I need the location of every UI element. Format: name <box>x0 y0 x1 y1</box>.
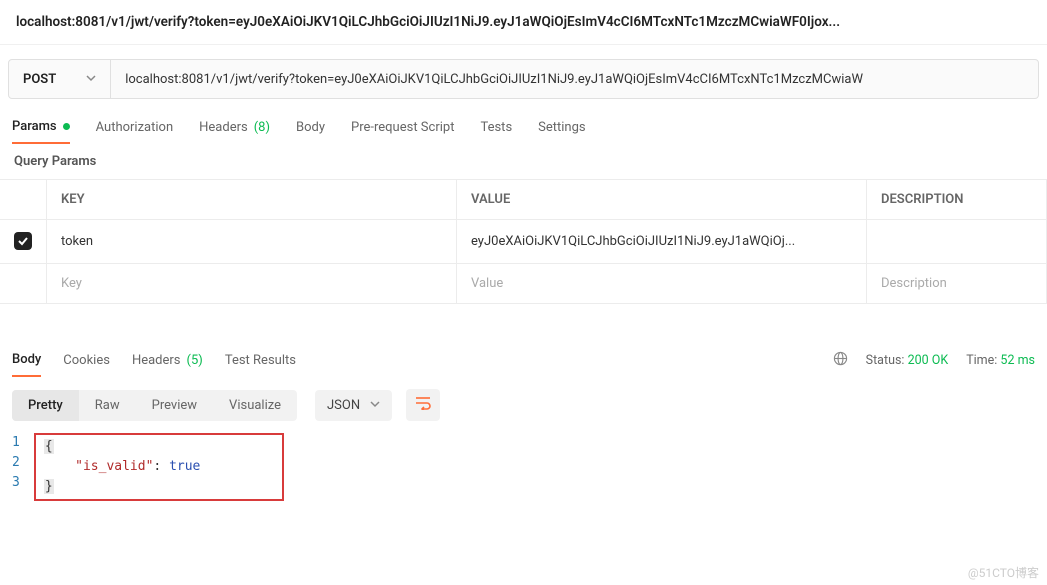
param-desc-placeholder[interactable]: Description <box>867 264 1047 304</box>
response-toolbar: Pretty Raw Preview Visualize JSON <box>0 377 1047 429</box>
language-select[interactable]: JSON <box>315 390 392 421</box>
status-label: Status: <box>866 353 905 368</box>
params-table: KEY VALUE DESCRIPTION token eyJ0eXAiOiJK… <box>0 179 1047 304</box>
tab-body[interactable]: Body <box>296 119 325 144</box>
param-value-placeholder[interactable]: Value <box>457 264 867 304</box>
http-method-label: POST <box>23 72 56 87</box>
status-block: Status: 200 OK <box>866 353 949 368</box>
line-num: 1 <box>12 433 20 453</box>
request-tabs: Params Authorization Headers (8) Body Pr… <box>0 99 1047 144</box>
chevron-down-icon <box>370 398 380 413</box>
view-mode-group: Pretty Raw Preview Visualize <box>12 390 297 421</box>
view-preview[interactable]: Preview <box>136 390 213 421</box>
tab-prerequest[interactable]: Pre-request Script <box>351 119 454 144</box>
row-checkbox[interactable] <box>14 232 32 250</box>
tab-settings[interactable]: Settings <box>538 119 585 144</box>
url-input[interactable]: localhost:8081/v1/jwt/verify?token=eyJ0e… <box>111 60 1038 98</box>
view-visualize[interactable]: Visualize <box>213 390 297 421</box>
language-label: JSON <box>327 398 360 413</box>
col-value: VALUE <box>457 180 867 220</box>
resp-tab-headers[interactable]: Headers (5) <box>132 344 203 377</box>
line-num: 2 <box>12 453 20 473</box>
time-label: Time: <box>966 353 997 368</box>
view-pretty[interactable]: Pretty <box>12 390 79 421</box>
param-value-cell[interactable]: eyJ0eXAiOiJKV1QiLCJhbGciOiJIUzI1NiJ9.eyJ… <box>457 220 867 264</box>
tab-tests[interactable]: Tests <box>480 119 512 144</box>
request-title: localhost:8081/v1/jwt/verify?token=eyJ0e… <box>0 0 1047 45</box>
param-key-placeholder[interactable]: Key <box>47 264 457 304</box>
json-brace: { <box>44 439 54 454</box>
chevron-down-icon <box>86 72 96 87</box>
table-row-empty: Key Value Description <box>0 264 1047 304</box>
active-dot-icon <box>63 123 70 130</box>
http-method-select[interactable]: POST <box>9 60 111 98</box>
param-key-cell[interactable]: token <box>47 220 457 264</box>
resp-tab-testresults[interactable]: Test Results <box>225 344 296 377</box>
json-colon: : <box>153 459 169 474</box>
resp-tab-body[interactable]: Body <box>12 344 41 377</box>
tab-authorization[interactable]: Authorization <box>96 119 174 144</box>
response-meta: Status: 200 OK Time: 52 ms <box>833 351 1035 370</box>
request-bar: POST localhost:8081/v1/jwt/verify?token=… <box>8 59 1039 99</box>
line-gutter: 1 2 3 <box>12 433 34 501</box>
resp-tab-cookies[interactable]: Cookies <box>63 344 110 377</box>
resp-tab-headers-count: (5) <box>187 353 203 368</box>
time-block: Time: 52 ms <box>966 353 1035 368</box>
tab-params-label: Params <box>12 119 57 134</box>
col-description: DESCRIPTION <box>867 180 1047 220</box>
table-row: token eyJ0eXAiOiJKV1QiLCJhbGciOiJIUzI1Ni… <box>0 220 1047 264</box>
json-value: true <box>169 459 200 474</box>
line-num: 3 <box>12 473 20 493</box>
tab-headers-count: (8) <box>254 120 270 135</box>
json-key: "is_valid" <box>75 459 153 474</box>
json-brace: } <box>44 479 54 494</box>
param-desc-cell[interactable] <box>867 220 1047 264</box>
watermark: @51CTO博客 <box>968 564 1039 581</box>
tab-headers[interactable]: Headers (8) <box>199 119 270 144</box>
tab-headers-label: Headers <box>199 120 248 135</box>
col-key: KEY <box>47 180 457 220</box>
status-value: 200 OK <box>908 353 949 368</box>
response-tabs-row: Body Cookies Headers (5) Test Results St… <box>0 344 1047 377</box>
globe-icon[interactable] <box>833 351 848 370</box>
time-value: 52 ms <box>1000 353 1035 368</box>
query-params-heading: Query Params <box>0 144 1047 175</box>
col-check <box>0 180 47 220</box>
tab-params[interactable]: Params <box>12 119 70 144</box>
response-tabs: Body Cookies Headers (5) Test Results <box>12 344 833 377</box>
view-raw[interactable]: Raw <box>79 390 136 421</box>
wrap-lines-button[interactable] <box>406 389 440 421</box>
response-body[interactable]: 1 2 3 { "is_valid": true } <box>0 429 1047 507</box>
resp-tab-headers-label: Headers <box>132 353 181 368</box>
code-highlight-box: { "is_valid": true } <box>34 433 284 501</box>
